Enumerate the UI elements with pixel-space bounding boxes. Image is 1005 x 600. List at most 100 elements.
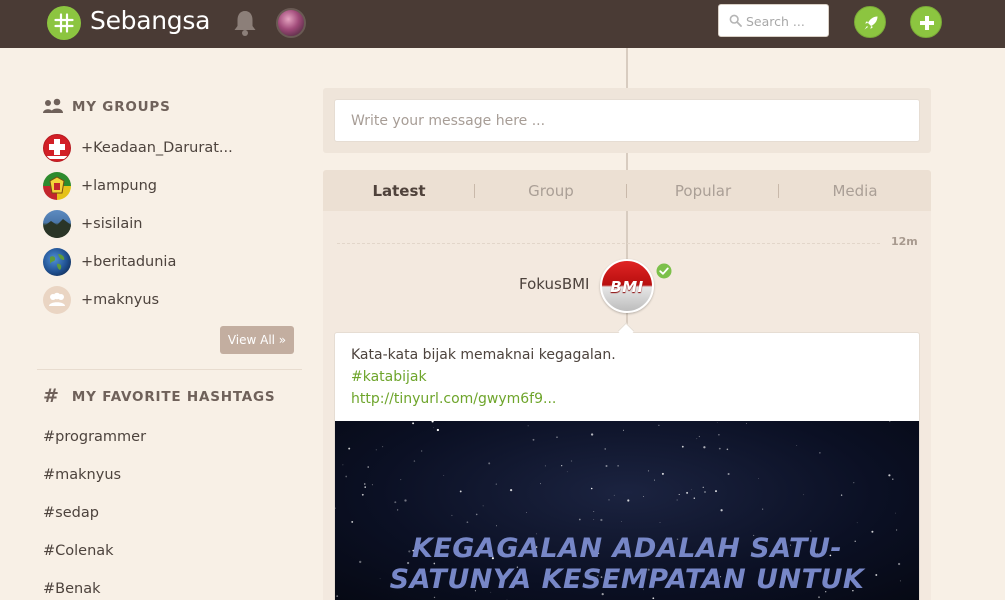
tab-separator <box>474 184 475 198</box>
tab-separator <box>778 184 779 198</box>
star <box>593 519 595 520</box>
star <box>678 493 680 496</box>
star <box>727 472 730 476</box>
rocket-button[interactable] <box>854 6 886 38</box>
star <box>382 446 384 448</box>
star <box>590 433 594 436</box>
author-avatar[interactable]: BMI <box>600 259 654 313</box>
post-text: Kata-kata bijak memaknai kegagalan. <box>351 347 616 363</box>
star <box>488 462 491 465</box>
hashtag-icon: # <box>43 385 59 407</box>
tab-group[interactable]: Group <box>475 170 627 211</box>
star <box>889 421 891 422</box>
tab-popular[interactable]: Popular <box>627 170 779 211</box>
star <box>540 483 541 485</box>
star <box>716 422 718 423</box>
star <box>532 438 535 441</box>
group-item-lampung[interactable]: +lampung <box>43 172 157 200</box>
image-quote-line-1: KEGAGALAN ADALAH SATU- <box>411 533 843 564</box>
hashtag-item[interactable]: #maknyus <box>43 467 121 483</box>
star <box>509 488 513 492</box>
star <box>590 487 593 490</box>
star <box>433 596 436 599</box>
star <box>894 512 896 514</box>
search-box[interactable] <box>718 4 829 37</box>
user-avatar[interactable] <box>276 8 306 38</box>
star <box>495 525 497 527</box>
brand-name[interactable]: Sebangsa <box>90 6 210 35</box>
star <box>745 423 747 425</box>
star <box>364 486 366 488</box>
star <box>818 596 820 599</box>
tab-latest[interactable]: Latest <box>323 170 475 211</box>
group-item-keadaan-darurat[interactable]: +Keadaan_Darurat... <box>43 134 233 162</box>
tab-separator <box>626 184 627 198</box>
star <box>336 595 339 597</box>
star <box>475 513 478 516</box>
star <box>658 424 660 426</box>
post-url-link[interactable]: http://tinyurl.com/gwym6f9... <box>351 391 556 407</box>
star <box>703 490 707 494</box>
star <box>686 491 689 494</box>
star <box>803 494 805 496</box>
hashtag-item[interactable]: #sedap <box>43 505 99 521</box>
plus-icon <box>920 16 934 30</box>
logo-icon[interactable] <box>47 6 81 40</box>
post-image[interactable]: KEGAGALAN ADALAH SATU- SATUNYA KESEMPATA… <box>335 421 919 600</box>
star <box>622 429 625 431</box>
create-post-button[interactable] <box>910 6 942 38</box>
globe-icon <box>43 248 71 276</box>
star <box>361 493 364 496</box>
star <box>600 518 603 522</box>
star <box>335 507 336 509</box>
star <box>351 520 354 523</box>
star <box>593 511 595 512</box>
hashtag-item[interactable]: #Benak <box>43 581 101 597</box>
time-divider <box>337 243 880 244</box>
image-quote-line-2: SATUNYA KESEMPATAN UNTUK <box>389 564 865 595</box>
star <box>690 489 692 491</box>
star <box>578 518 581 521</box>
author-avatar-text: BMI <box>610 278 644 296</box>
star <box>819 452 821 454</box>
star <box>702 486 704 488</box>
star <box>720 509 723 512</box>
star <box>604 448 606 450</box>
star <box>654 479 655 481</box>
star <box>570 460 573 462</box>
star <box>375 449 377 451</box>
star <box>856 522 858 524</box>
search-input[interactable] <box>746 11 824 31</box>
emergency-cross-icon <box>43 134 71 162</box>
star <box>681 445 684 448</box>
view-all-groups-button[interactable]: View All » <box>220 326 294 354</box>
star <box>566 471 568 473</box>
post-author[interactable]: FokusBMI <box>519 275 589 293</box>
hashtag-item[interactable]: #Colenak <box>43 543 114 559</box>
message-input[interactable] <box>334 99 920 142</box>
star <box>627 499 630 502</box>
star <box>661 472 664 475</box>
star <box>561 465 563 467</box>
star <box>544 465 546 467</box>
star <box>527 425 529 427</box>
lampung-emblem-icon <box>43 172 71 200</box>
group-item-sisilain[interactable]: +sisilain <box>43 210 142 238</box>
post-hashtag-link[interactable]: #katabijak <box>351 369 427 385</box>
star <box>613 494 615 496</box>
post-timestamp: 12m <box>891 235 918 248</box>
feed-tabs: Latest Group Popular Media <box>323 170 931 211</box>
star <box>809 530 812 532</box>
star <box>396 509 399 511</box>
star <box>459 490 462 493</box>
notification-bell-icon[interactable] <box>232 9 258 41</box>
star <box>431 421 434 423</box>
group-item-maknyus[interactable]: +maknyus <box>43 286 159 314</box>
hashtag-item[interactable]: #programmer <box>43 429 146 445</box>
star <box>652 597 655 600</box>
top-navbar: Sebangsa <box>0 0 1005 48</box>
verified-badge-icon <box>656 263 672 283</box>
tab-media[interactable]: Media <box>779 170 931 211</box>
rocket-icon <box>864 16 878 30</box>
group-item-beritadunia[interactable]: +beritadunia <box>43 248 176 276</box>
